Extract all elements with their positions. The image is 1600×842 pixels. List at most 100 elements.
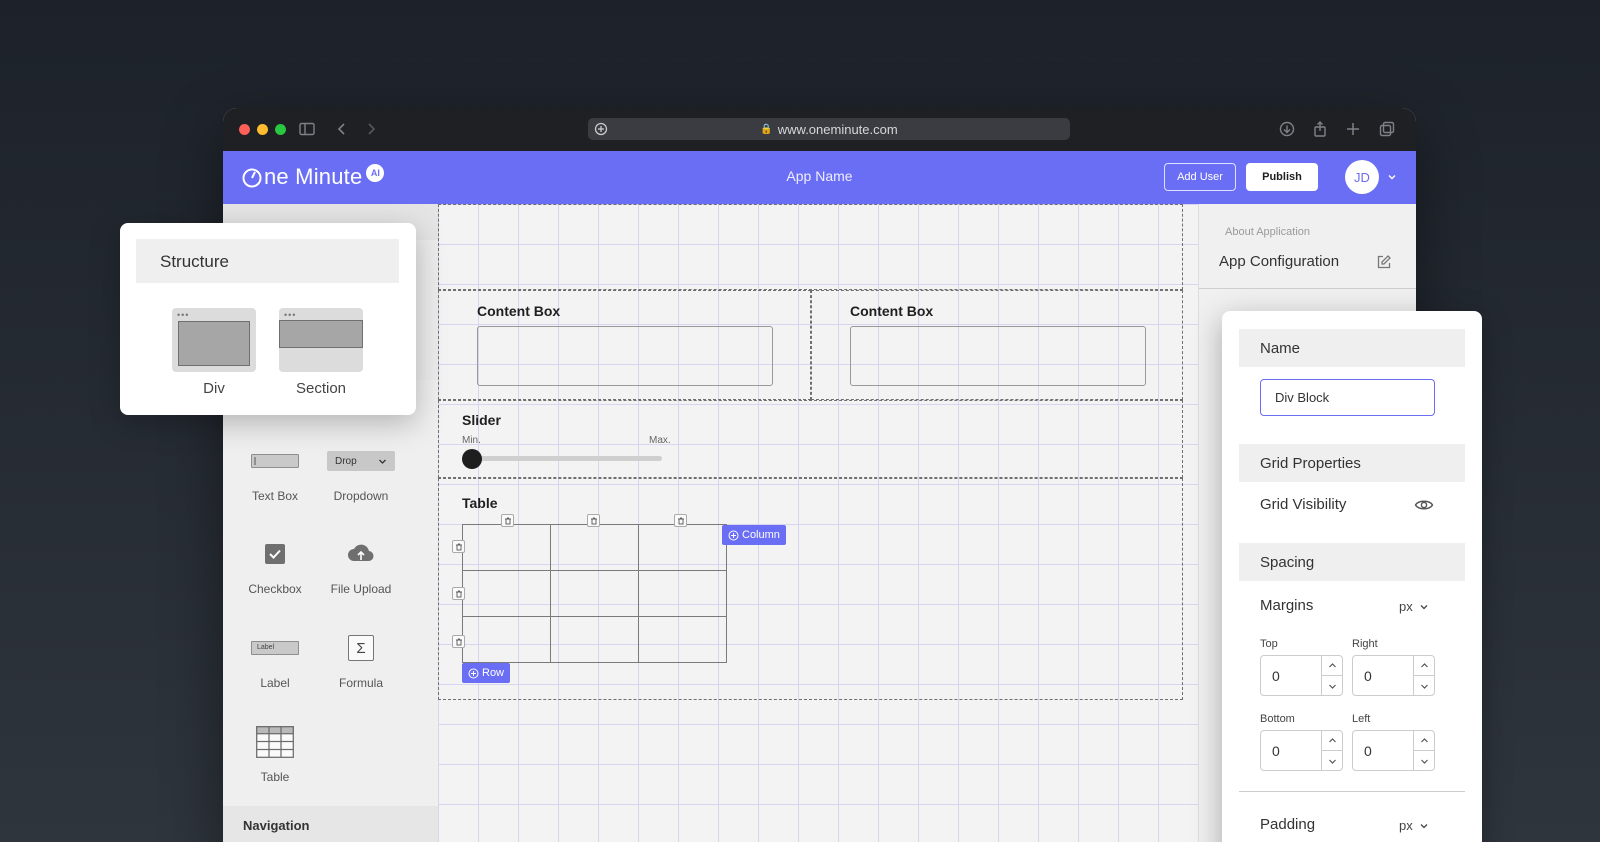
tabs-overview-icon[interactable] [1378, 120, 1396, 138]
chevron-down-icon [379, 459, 386, 464]
about-application-label: About Application [1225, 226, 1311, 238]
sidebar-icon[interactable] [298, 120, 316, 138]
content-box-block-1[interactable]: Content Box [438, 290, 811, 400]
table-cell[interactable] [638, 524, 727, 571]
delete-column-icon[interactable] [501, 514, 514, 527]
element-label: Text Box [251, 489, 299, 503]
label-icon-text: Label [251, 641, 299, 655]
element-formula[interactable]: Σ Formula [316, 628, 406, 690]
slider-handle[interactable] [462, 449, 482, 469]
browser-chrome: 🔒 www.oneminute.com [223, 108, 1416, 151]
margin-bottom-value[interactable]: 0 [1272, 743, 1280, 759]
margin-top-value[interactable]: 0 [1272, 668, 1280, 684]
margin-left-value[interactable]: 0 [1364, 743, 1372, 759]
content-box-block-2[interactable]: Content Box [811, 290, 1183, 400]
properties-divider [1239, 791, 1465, 792]
table-cell[interactable] [550, 570, 639, 617]
edit-icon[interactable] [1376, 254, 1392, 270]
structure-heading: Structure [136, 239, 399, 283]
content-box-input[interactable] [850, 326, 1146, 386]
share-icon[interactable] [1311, 120, 1329, 138]
slider-min-label: Min. [462, 435, 481, 446]
add-user-button[interactable]: Add User [1164, 163, 1236, 191]
new-tab-icon[interactable] [1344, 120, 1362, 138]
delete-column-icon[interactable] [587, 514, 600, 527]
eye-icon[interactable] [1414, 497, 1434, 513]
navigation-section-header[interactable]: Navigation [223, 806, 438, 842]
back-icon[interactable] [333, 120, 351, 138]
delete-column-icon[interactable] [674, 514, 687, 527]
element-dropdown[interactable]: Drop Dropdown [316, 441, 406, 503]
delete-row-icon[interactable] [452, 587, 465, 600]
app-header: ne Minute AI App Name Add User Publish J… [223, 151, 1416, 204]
table-cell[interactable] [638, 616, 727, 663]
increment-icon[interactable] [1414, 656, 1435, 676]
delete-row-icon[interactable] [452, 635, 465, 648]
element-label: File Upload [330, 582, 392, 596]
decrement-icon[interactable] [1322, 751, 1343, 771]
chevron-down-icon[interactable] [1386, 170, 1398, 182]
slider-track[interactable] [472, 456, 662, 461]
table-cell[interactable] [638, 570, 727, 617]
checkbox-icon [230, 534, 320, 574]
lock-icon: 🔒 [760, 123, 773, 135]
data-table[interactable] [462, 524, 727, 663]
close-window-dot[interactable] [239, 124, 250, 135]
element-text-box[interactable]: Text Box [230, 441, 320, 503]
decrement-icon[interactable] [1414, 751, 1435, 771]
increment-icon[interactable] [1322, 731, 1343, 751]
table-cell[interactable] [462, 616, 551, 663]
cloud-upload-icon [316, 534, 406, 574]
download-icon[interactable] [1278, 120, 1296, 138]
slider-block[interactable]: Slider Min. Max. [438, 400, 1183, 478]
margin-right-value[interactable]: 0 [1364, 668, 1372, 684]
margin-bottom-stepper[interactable]: 0 [1260, 730, 1343, 771]
user-avatar[interactable]: JD [1345, 160, 1379, 194]
table-block[interactable]: Table Column Row [438, 478, 1183, 700]
margin-top-label: Top [1260, 638, 1278, 650]
structure-item-section[interactable]: ••• Section [279, 308, 363, 397]
margins-unit-select[interactable]: px [1399, 599, 1429, 614]
forward-icon[interactable] [362, 120, 380, 138]
margins-label: Margins [1260, 597, 1314, 614]
empty-block[interactable] [438, 204, 1183, 290]
margin-top-stepper[interactable]: 0 [1260, 655, 1343, 696]
add-row-button[interactable]: Row [462, 663, 511, 683]
decrement-icon[interactable] [1414, 676, 1435, 696]
margin-left-label: Left [1352, 713, 1371, 725]
design-canvas[interactable]: Content Box Content Box Slider Min. Max.… [438, 204, 1198, 842]
structure-item-div[interactable]: ••• Div [172, 308, 256, 397]
structure-card: Structure ••• Div ••• Section [120, 223, 416, 415]
table-row [462, 524, 727, 571]
plus-circle-icon [728, 530, 739, 540]
element-label[interactable]: Label Label [230, 628, 320, 690]
address-bar[interactable]: 🔒 www.oneminute.com [588, 118, 1070, 140]
spacing-heading: Spacing [1239, 543, 1465, 581]
minimize-window-dot[interactable] [257, 124, 268, 135]
element-checkbox[interactable]: Checkbox [230, 534, 320, 596]
element-table[interactable]: Table [230, 722, 320, 784]
increment-icon[interactable] [1322, 656, 1343, 676]
name-heading: Name [1239, 329, 1465, 367]
publish-button[interactable]: Publish [1246, 163, 1318, 191]
increment-icon[interactable] [1414, 731, 1435, 751]
structure-item-label: Section [295, 380, 347, 397]
table-cell[interactable] [462, 570, 551, 617]
name-input[interactable] [1260, 379, 1435, 416]
maximize-window-dot[interactable] [275, 124, 286, 135]
margin-left-stepper[interactable]: 0 [1352, 730, 1435, 771]
element-file-upload[interactable]: File Upload [316, 534, 406, 596]
delete-row-icon[interactable] [452, 540, 465, 553]
decrement-icon[interactable] [1322, 676, 1343, 696]
table-cell[interactable] [462, 524, 551, 571]
site-settings-icon[interactable] [593, 121, 609, 137]
add-column-button[interactable]: Column [722, 525, 786, 545]
content-box-input[interactable] [477, 326, 773, 386]
chevron-down-icon [1420, 604, 1428, 609]
app-name-title[interactable]: App Name [223, 168, 1416, 184]
table-cell[interactable] [550, 524, 639, 571]
margin-right-stepper[interactable]: 0 [1352, 655, 1435, 696]
table-cell[interactable] [550, 616, 639, 663]
padding-unit-select[interactable]: px [1399, 818, 1429, 833]
grid-properties-heading: Grid Properties [1239, 444, 1465, 482]
